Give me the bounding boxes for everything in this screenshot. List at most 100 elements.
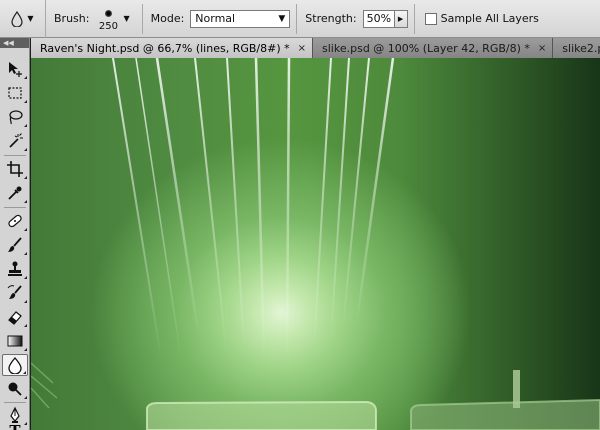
tool-group-indicator bbox=[24, 252, 27, 255]
blur-tool[interactable] bbox=[2, 354, 28, 376]
chevron-down-icon: ▼ bbox=[278, 13, 286, 24]
close-icon[interactable]: × bbox=[538, 43, 546, 54]
type-tool[interactable]: T bbox=[2, 424, 28, 430]
toolbox: ◀◀ bbox=[0, 38, 30, 430]
tool-group-indicator bbox=[24, 100, 27, 103]
options-divider bbox=[296, 3, 298, 34]
brush-chevron-down-icon[interactable]: ▼ bbox=[123, 14, 129, 23]
tool-group-indicator bbox=[24, 228, 27, 231]
type-icon: T bbox=[9, 424, 20, 430]
tool-group-indicator bbox=[24, 76, 27, 79]
marquee-tool[interactable] bbox=[2, 82, 28, 104]
mode-label: Mode: bbox=[150, 12, 185, 25]
stamp-icon bbox=[8, 261, 22, 276]
tool-group-indicator bbox=[24, 324, 27, 327]
toolbox-collapse-button[interactable]: ◀◀ bbox=[0, 38, 29, 48]
dodge-tool[interactable] bbox=[2, 378, 28, 400]
tool-group-indicator bbox=[24, 176, 27, 179]
strength-value: 50% bbox=[366, 12, 392, 25]
candle-wick-shape bbox=[513, 370, 520, 408]
history-brush-icon bbox=[7, 285, 22, 299]
light-ray bbox=[354, 58, 395, 330]
move-icon bbox=[9, 62, 22, 77]
right-block-shape bbox=[410, 398, 600, 430]
tool-group-indicator bbox=[24, 300, 27, 303]
magic-wand-icon bbox=[9, 133, 23, 148]
gradient-tool[interactable] bbox=[2, 330, 28, 352]
chevron-down-icon: ▼ bbox=[27, 14, 34, 23]
strength-slider-button[interactable]: ▶ bbox=[394, 9, 408, 28]
sample-all-layers-checkbox[interactable] bbox=[424, 12, 437, 25]
gradient-icon bbox=[7, 335, 23, 347]
lasso-tool[interactable] bbox=[2, 106, 28, 128]
artwork-light-rays bbox=[31, 58, 600, 430]
document-tab-slike2[interactable]: slike2.psd @ 1 bbox=[553, 38, 600, 58]
light-ray bbox=[254, 58, 266, 360]
eyedropper-tool[interactable] bbox=[2, 182, 28, 204]
grass-blade bbox=[31, 375, 58, 399]
crop-tool[interactable] bbox=[2, 158, 28, 180]
brush-tip-icon bbox=[104, 9, 112, 17]
strength-label: Strength: bbox=[305, 12, 357, 25]
blur-drop-icon bbox=[11, 10, 24, 27]
tool-group-indicator bbox=[24, 148, 27, 151]
brush-preset-picker[interactable]: 250 bbox=[95, 2, 121, 36]
light-ray bbox=[313, 58, 332, 349]
brush-tool[interactable] bbox=[2, 234, 28, 256]
brush-size-value: 250 bbox=[98, 20, 118, 32]
toolbox-divider bbox=[4, 402, 26, 403]
tab-label: slike2.psd @ 1 bbox=[562, 41, 600, 55]
marquee-icon bbox=[8, 87, 22, 99]
tool-group-indicator bbox=[24, 124, 27, 127]
eraser-icon bbox=[8, 311, 22, 325]
crop-icon bbox=[7, 161, 23, 177]
dodge-icon bbox=[8, 382, 22, 396]
eyedropper-icon bbox=[8, 186, 22, 200]
grass-blade bbox=[31, 362, 54, 384]
document-tab-slike[interactable]: slike.psd @ 100% (Layer 42, RGB/8) * × bbox=[313, 38, 554, 58]
strength-input[interactable]: 50% bbox=[362, 9, 395, 28]
document-tab-ravens-night[interactable]: Raven's Night.psd @ 66,7% (lines, RGB/8#… bbox=[31, 38, 314, 58]
options-divider bbox=[413, 3, 415, 34]
clone-stamp-tool[interactable] bbox=[2, 258, 28, 280]
left-block-shape bbox=[146, 400, 377, 430]
tab-label: Raven's Night.psd @ 66,7% (lines, RGB/8#… bbox=[40, 41, 290, 55]
light-ray bbox=[285, 58, 291, 360]
bandage-icon bbox=[8, 214, 22, 228]
options-divider bbox=[141, 3, 143, 34]
photoshop-window: ▼ Brush: 250 ▼ Mode: Normal ▼ Strength: … bbox=[0, 0, 600, 430]
toolbox-divider bbox=[4, 155, 26, 156]
tool-group-indicator bbox=[24, 200, 27, 203]
tool-preset-picker[interactable]: ▼ bbox=[0, 0, 46, 38]
sample-all-layers-option[interactable]: Sample All Layers bbox=[424, 12, 539, 25]
move-tool[interactable] bbox=[2, 58, 28, 80]
lasso-icon bbox=[9, 110, 23, 125]
tool-group-indicator bbox=[24, 276, 27, 279]
tool-group-indicator bbox=[23, 371, 26, 374]
options-bar: ▼ Brush: 250 ▼ Mode: Normal ▼ Strength: … bbox=[0, 0, 600, 38]
chevron-right-icon: ▶ bbox=[397, 14, 404, 23]
document-canvas[interactable] bbox=[31, 58, 600, 430]
tool-group-indicator bbox=[24, 348, 27, 351]
sample-all-layers-label: Sample All Layers bbox=[440, 12, 539, 25]
light-ray bbox=[194, 58, 227, 349]
blur-drop-icon bbox=[8, 357, 22, 374]
brush-label: Brush: bbox=[54, 12, 90, 25]
grass-blade bbox=[31, 387, 50, 409]
brush-icon bbox=[8, 237, 22, 252]
mode-value: Normal bbox=[195, 12, 236, 25]
tab-label: slike.psd @ 100% (Layer 42, RGB/8) * bbox=[322, 41, 530, 55]
healing-brush-tool[interactable] bbox=[2, 210, 28, 232]
eraser-tool[interactable] bbox=[2, 306, 28, 328]
light-ray bbox=[226, 58, 245, 349]
close-icon[interactable]: × bbox=[298, 43, 306, 54]
light-ray bbox=[155, 58, 201, 340]
magic-wand-tool[interactable] bbox=[2, 130, 28, 152]
mode-select[interactable]: Normal ▼ bbox=[190, 9, 291, 28]
toolbox-divider bbox=[4, 207, 26, 208]
light-ray bbox=[112, 58, 162, 359]
document-tab-bar: Raven's Night.psd @ 66,7% (lines, RGB/8#… bbox=[31, 38, 600, 58]
tool-group-indicator bbox=[24, 396, 27, 399]
history-brush-tool[interactable] bbox=[2, 282, 28, 304]
light-ray bbox=[135, 58, 182, 359]
